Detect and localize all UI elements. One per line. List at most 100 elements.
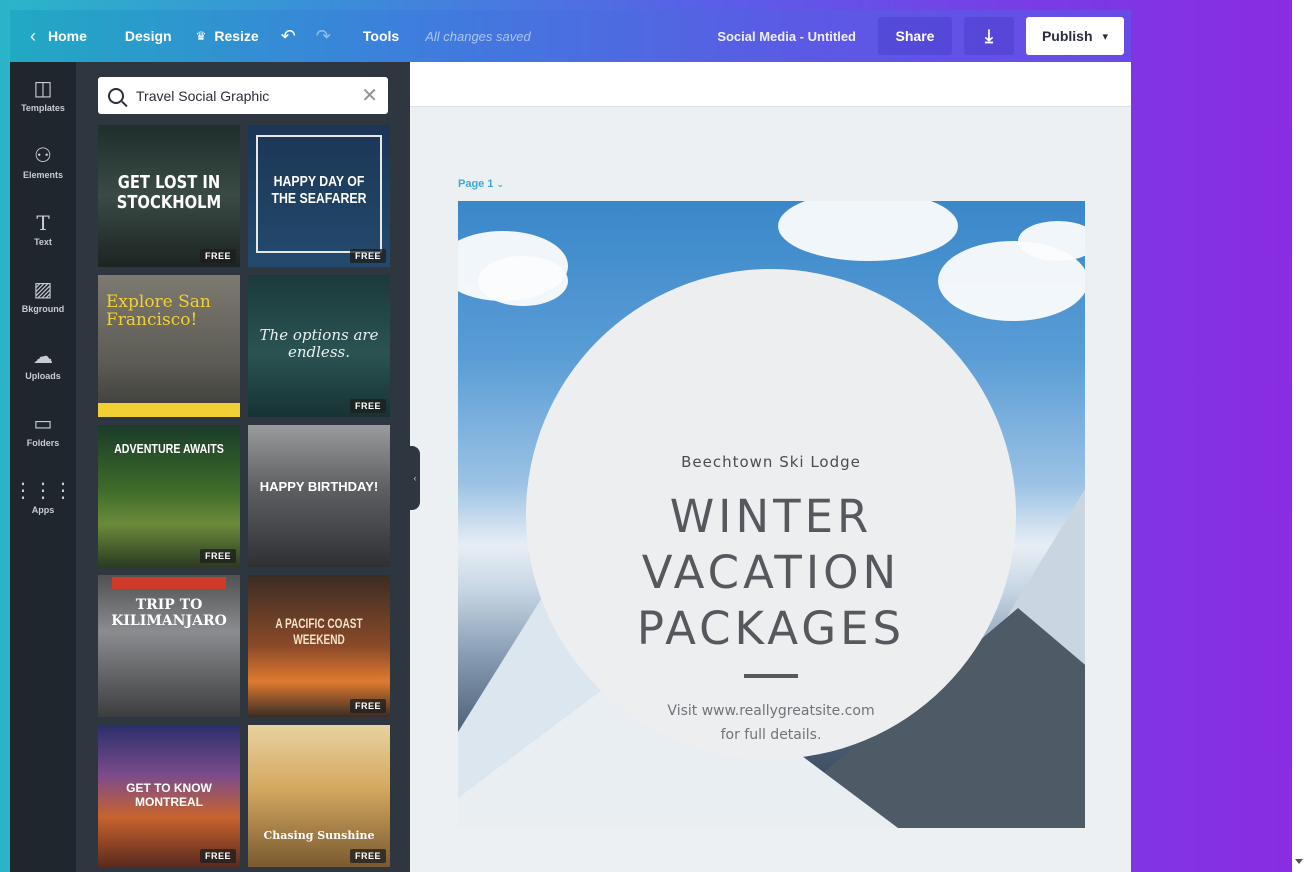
rail-label: Folders [26, 437, 60, 448]
rail-label: Apps [31, 504, 55, 515]
home-label: Home [48, 28, 87, 44]
share-button[interactable]: Share [878, 17, 952, 55]
free-badge: FREE [349, 249, 386, 263]
background-icon: ▨ [33, 278, 53, 301]
free-badge: FREE [349, 699, 386, 713]
scroll-down-arrow-icon[interactable] [1295, 859, 1303, 864]
cloud-shape [778, 201, 958, 261]
template-tile[interactable]: GET TO KNOW MONTREAL FREE [98, 725, 240, 867]
template-title: HAPPY BIRTHDAY! [259, 479, 379, 494]
search-input[interactable]: Travel Social Graphic [136, 88, 361, 104]
template-title: GET LOST IN STOCKHOLM [116, 172, 222, 213]
share-label: Share [895, 28, 935, 44]
headline-line: VACATION [641, 546, 901, 599]
free-badge: FREE [199, 549, 236, 563]
design-label: Design [124, 28, 172, 44]
template-title: HAPPY DAY OF THE SEAFARER [271, 173, 367, 207]
template-tile[interactable]: The options are endless. FREE [248, 275, 390, 417]
divider-line[interactable] [744, 674, 798, 678]
title-circle[interactable]: Beechtown Ski Lodge WINTER VACATION PACK… [526, 269, 1016, 759]
collapse-panel-handle[interactable]: ‹ [410, 446, 420, 510]
elements-icon: ⚇ [34, 144, 52, 167]
yellow-bar [98, 403, 240, 417]
rail-label: Uploads [25, 370, 61, 381]
template-tile[interactable]: HAPPY DAY OF THE SEAFARER FREE [248, 125, 390, 267]
lodge-name[interactable]: Beechtown Ski Lodge [526, 453, 1016, 471]
details-line: for full details. [720, 727, 822, 743]
cloud-shape [478, 256, 568, 306]
template-title: TRIP TO KILIMANJARO [111, 597, 227, 629]
download-icon: ⤓ [985, 25, 993, 46]
publish-button[interactable]: Publish ▾ [1026, 17, 1124, 55]
chevron-down-icon: ▾ [1102, 30, 1109, 43]
template-title: Chasing Sunshine [263, 829, 375, 842]
clear-search-icon[interactable]: ✕ [361, 83, 378, 108]
uploads-icon: ☁ [33, 345, 53, 368]
resize-label: Resize [214, 28, 259, 44]
tools-label: Tools [362, 28, 400, 44]
rail-label: Bkground [21, 303, 65, 314]
templates-icon: ◫ [33, 77, 53, 100]
home-button[interactable]: ‹ Home [10, 10, 99, 62]
redo-button[interactable]: ↷ [306, 10, 341, 62]
document-title[interactable]: Social Media - Untitled [717, 29, 878, 44]
redo-icon: ↷ [315, 25, 331, 46]
download-button[interactable]: ⤓ [964, 17, 1014, 55]
template-tile[interactable]: Chasing Sunshine FREE [248, 725, 390, 867]
top-toolbar: ‹ Home Design ♛ Resize ↶ ↷ Tools All cha… [10, 10, 1131, 62]
page-label: Page 1 [458, 178, 494, 190]
free-badge: FREE [349, 399, 386, 413]
design-canvas[interactable]: Beechtown Ski Lodge WINTER VACATION PACK… [458, 201, 1085, 828]
side-rail: ◫ Templates ⚇ Elements T Text ▨ Bkground… [10, 62, 76, 872]
chevron-left-icon: ‹ [413, 473, 417, 483]
canvas-workspace: Page 1 ⌄ Beechtown Ski Lodge WINTER VACAT… [410, 62, 1131, 872]
resize-button[interactable]: ♛ Resize [184, 10, 271, 62]
rail-item-uploads[interactable]: ☁ Uploads [10, 330, 76, 397]
context-toolbar [410, 62, 1131, 107]
template-title: The options are endless. [259, 326, 379, 361]
template-tile[interactable]: A PACIFIC COAST WEEKEND FREE [248, 575, 390, 717]
search-icon [108, 87, 124, 104]
rail-item-text[interactable]: T Text [10, 196, 76, 263]
undo-icon: ↶ [280, 25, 296, 46]
red-date-bar [112, 577, 226, 589]
headline-line: WINTER [669, 490, 873, 543]
rail-item-apps[interactable]: ⋮⋮⋮ Apps [10, 464, 76, 531]
undo-button[interactable]: ↶ [271, 10, 306, 62]
rail-item-background[interactable]: ▨ Bkground [10, 263, 76, 330]
save-status: All changes saved [425, 28, 531, 44]
rail-item-elements[interactable]: ⚇ Elements [10, 129, 76, 196]
template-title: ADVENTURE AWAITS [114, 441, 224, 456]
templates-panel: Travel Social Graphic ✕ GET LOST IN STOC… [76, 62, 410, 872]
headline-line: PACKAGES [636, 602, 906, 655]
text-icon: T [36, 210, 50, 235]
apps-icon: ⋮⋮⋮ [13, 479, 73, 502]
details-line: Visit www.reallygreatsite.com [667, 703, 875, 719]
template-search[interactable]: Travel Social Graphic ✕ [98, 77, 388, 114]
page-selector[interactable]: Page 1 ⌄ [458, 178, 504, 190]
tools-menu-button[interactable]: Tools [351, 10, 411, 62]
rail-item-folders[interactable]: ▭ Folders [10, 397, 76, 464]
folders-icon: ▭ [33, 412, 53, 435]
rail-item-templates[interactable]: ◫ Templates [10, 62, 76, 129]
crown-icon: ♛ [195, 29, 207, 43]
template-tile[interactable]: HAPPY BIRTHDAY! [248, 425, 390, 567]
window-scrollbar[interactable] [1292, 0, 1306, 872]
rail-label: Text [34, 236, 52, 247]
headline[interactable]: WINTER VACATION PACKAGES [526, 489, 1016, 657]
template-tile[interactable]: TRIP TO KILIMANJARO [98, 575, 240, 717]
template-title: A PACIFIC COAST WEEKEND [275, 615, 363, 647]
rail-label: Elements [22, 169, 64, 180]
chevron-down-icon: ⌄ [496, 179, 505, 189]
rail-label: Templates [21, 102, 65, 113]
chevron-left-icon: ‹ [30, 25, 36, 46]
free-badge: FREE [199, 849, 236, 863]
template-tile[interactable]: ADVENTURE AWAITS FREE [98, 425, 240, 567]
template-tile[interactable]: Explore San Francisco! [98, 275, 240, 417]
template-tile[interactable]: GET LOST IN STOCKHOLM FREE [98, 125, 240, 267]
template-title: Explore San Francisco! [106, 292, 211, 330]
design-menu-button[interactable]: Design [113, 10, 184, 62]
free-badge: FREE [199, 249, 236, 263]
details-text[interactable]: Visit www.reallygreatsite.com for full d… [526, 699, 1016, 747]
publish-label: Publish [1041, 28, 1093, 44]
